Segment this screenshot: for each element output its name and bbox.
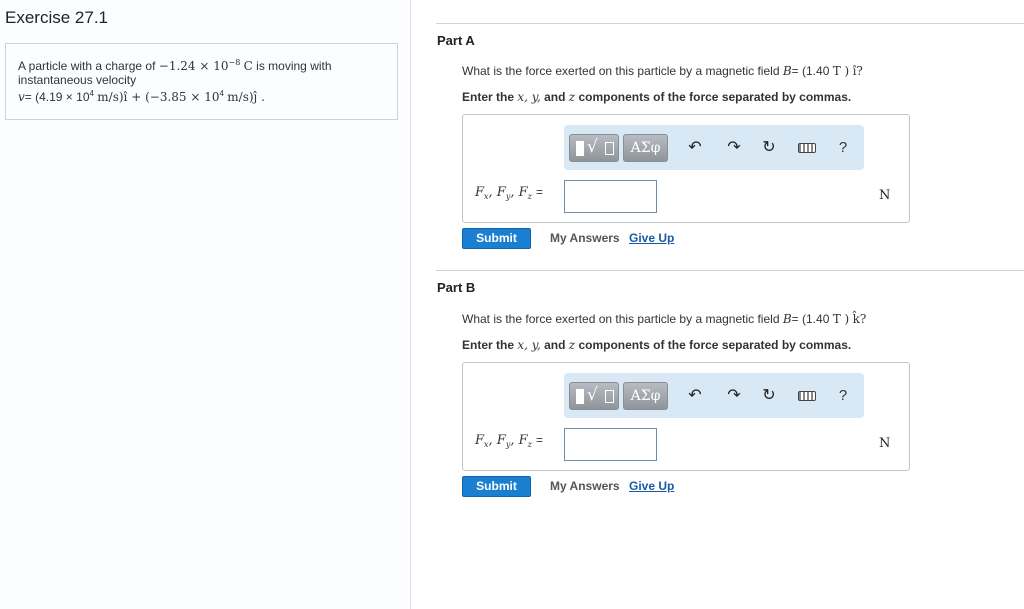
reset-icon[interactable]: ↻ <box>758 385 780 407</box>
part-a-title: Part A <box>437 33 475 48</box>
part-a-give-up-link[interactable]: Give Up <box>629 231 674 245</box>
part-b-give-up-link[interactable]: Give Up <box>629 479 674 493</box>
problem-line-3: v= (4.19 × 104 m/s)î + (−3.85 × 104 m/s)… <box>18 89 265 104</box>
part-b-math-toolbar: √ ΑΣφ ↶ ↷ ↻ ? <box>564 373 864 418</box>
part-a-answer-input[interactable] <box>564 180 657 213</box>
undo-icon[interactable]: ↶ <box>684 137 706 159</box>
templates-icon[interactable]: √ <box>569 382 619 410</box>
redo-icon[interactable]: ↷ <box>723 137 745 159</box>
part-a-answer-label: Fx, Fy, Fz = <box>475 185 544 201</box>
exercise-pane: Exercise 27.1 A particle with a charge o… <box>0 0 411 609</box>
exercise-title: Exercise 27.1 <box>5 8 108 27</box>
redo-icon[interactable]: ↷ <box>723 385 745 407</box>
part-a-submit-button[interactable]: Submit <box>462 228 531 249</box>
reset-icon[interactable]: ↻ <box>758 137 780 159</box>
keyboard-icon[interactable] <box>796 385 818 407</box>
part-b-my-answers-link[interactable]: My Answers <box>550 479 620 493</box>
part-b-divider <box>436 270 1024 271</box>
greek-symbols-button[interactable]: ΑΣφ <box>623 134 668 162</box>
part-a-instruction: Enter the x, y, and z components of the … <box>462 90 852 104</box>
part-b-instruction: Enter the x, y, and z components of the … <box>462 338 852 352</box>
help-icon[interactable]: ? <box>832 385 854 407</box>
templates-icon[interactable]: √ <box>569 134 619 162</box>
help-icon[interactable]: ? <box>832 137 854 159</box>
part-a-answer-box: √ ΑΣφ ↶ ↷ ↻ ? Fx, Fy, Fz = N <box>462 114 910 223</box>
part-a-question: What is the force exerted on this partic… <box>462 64 863 78</box>
part-b-question: What is the force exerted on this partic… <box>462 312 867 326</box>
undo-icon[interactable]: ↶ <box>684 385 706 407</box>
part-b-unit: N <box>879 436 891 451</box>
part-a-unit: N <box>879 188 891 203</box>
problem-line-1: A particle with a charge of −1.24 × 10−8… <box>18 58 332 73</box>
part-b-answer-label: Fx, Fy, Fz = <box>475 433 544 449</box>
part-b-title: Part B <box>437 280 476 295</box>
part-a-math-toolbar: √ ΑΣφ ↶ ↷ ↻ ? <box>564 125 864 170</box>
part-b-answer-box: √ ΑΣφ ↶ ↷ ↻ ? Fx, Fy, Fz = N <box>462 362 910 471</box>
problem-line-2: instantaneous velocity <box>18 73 137 87</box>
part-b-answer-input[interactable] <box>564 428 657 461</box>
part-b-submit-button[interactable]: Submit <box>462 476 531 497</box>
part-a-my-answers-link[interactable]: My Answers <box>550 231 620 245</box>
part-a-divider <box>436 23 1024 24</box>
problem-statement: A particle with a charge of −1.24 × 10−8… <box>5 43 398 120</box>
parts-pane: Part A What is the force exerted on this… <box>411 0 1024 609</box>
greek-symbols-button[interactable]: ΑΣφ <box>623 382 668 410</box>
keyboard-icon[interactable] <box>796 137 818 159</box>
